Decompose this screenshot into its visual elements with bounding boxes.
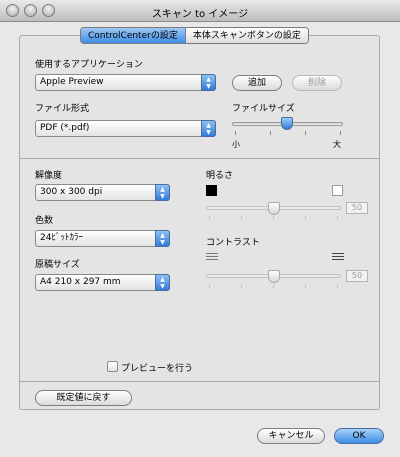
preview-checkbox[interactable] xyxy=(107,361,118,372)
tab-device-scan-button-settings[interactable]: 本体スキャンボタンの設定 xyxy=(185,28,308,43)
document-size-label: 原稿サイズ xyxy=(35,260,80,270)
brightness-label: 明るさ xyxy=(206,171,234,181)
restore-defaults-button[interactable]: 既定値に戻す xyxy=(35,390,132,406)
brightness-value-field[interactable]: 50 xyxy=(346,202,368,214)
resolution-label: 解像度 xyxy=(35,171,63,181)
window-title: スキャン to イメージ xyxy=(151,9,249,20)
cancel-button[interactable]: キャンセル xyxy=(257,428,325,444)
brightness-slider-ticks xyxy=(206,216,341,220)
settings-panel: 使用するアプリケーション Apple Preview ▲ ▼ 追加 削除 ファイル… xyxy=(19,35,380,410)
ok-button[interactable]: OK xyxy=(334,428,384,444)
file-size-slider-thumb[interactable] xyxy=(281,117,293,130)
color-label: 色数 xyxy=(35,216,54,226)
application-select-value: Apple Preview xyxy=(40,77,104,87)
file-size-label: ファイルサイズ xyxy=(232,104,295,114)
title-bar: スキャン to イメージ xyxy=(0,0,400,22)
scan-to-image-dialog: スキャン to イメージ ControlCenterの設定 本体スキャンボタンの… xyxy=(0,0,400,457)
color-select[interactable]: 24ﾋﾞｯﾄｶﾗｰ ▲ ▼ xyxy=(35,230,170,247)
tab-controlcenter-settings[interactable]: ControlCenterの設定 xyxy=(81,28,186,43)
file-type-label: ファイル形式 xyxy=(35,104,90,114)
file-type-select[interactable]: PDF (*.pdf) ▲ ▼ xyxy=(35,120,216,137)
preview-label[interactable]: プレビューを行う xyxy=(121,361,193,374)
light-square-icon xyxy=(332,185,343,196)
document-size-select-value: A4 210 x 297 mm xyxy=(40,277,121,287)
contrast-slider-thumb[interactable] xyxy=(268,270,280,283)
section-divider xyxy=(20,381,379,382)
contrast-label: コントラスト xyxy=(206,238,260,248)
contrast-slider-ticks xyxy=(206,284,341,288)
color-select-value: 24ﾋﾞｯﾄｶﾗｰ xyxy=(40,233,83,243)
contrast-value-field[interactable]: 50 xyxy=(346,270,368,282)
updown-arrows-icon: ▲ ▼ xyxy=(201,120,216,137)
document-size-select[interactable]: A4 210 x 297 mm ▲ ▼ xyxy=(35,274,170,291)
tab-bar: ControlCenterの設定 本体スキャンボタンの設定 xyxy=(80,27,309,44)
file-type-select-value: PDF (*.pdf) xyxy=(40,123,90,133)
resolution-select-value: 300 x 300 dpi xyxy=(40,187,103,197)
file-size-slider-ticks xyxy=(232,131,343,135)
updown-arrows-icon: ▲ ▼ xyxy=(201,74,216,91)
brightness-slider-thumb[interactable] xyxy=(268,202,280,215)
low-contrast-icon xyxy=(206,253,218,263)
application-label: 使用するアプリケーション xyxy=(35,60,143,70)
section-divider xyxy=(20,158,379,159)
delete-application-button[interactable]: 削除 xyxy=(292,75,342,91)
add-application-button[interactable]: 追加 xyxy=(232,75,282,91)
updown-arrows-icon: ▲ ▼ xyxy=(155,274,170,291)
updown-arrows-icon: ▲ ▼ xyxy=(155,184,170,201)
file-size-small-label: 小 xyxy=(232,140,240,149)
file-size-large-label: 大 xyxy=(333,140,341,149)
dark-square-icon xyxy=(206,185,217,196)
resolution-select[interactable]: 300 x 300 dpi ▲ ▼ xyxy=(35,184,170,201)
updown-arrows-icon: ▲ ▼ xyxy=(155,230,170,247)
application-select[interactable]: Apple Preview ▲ ▼ xyxy=(35,74,216,91)
high-contrast-icon xyxy=(332,253,344,263)
